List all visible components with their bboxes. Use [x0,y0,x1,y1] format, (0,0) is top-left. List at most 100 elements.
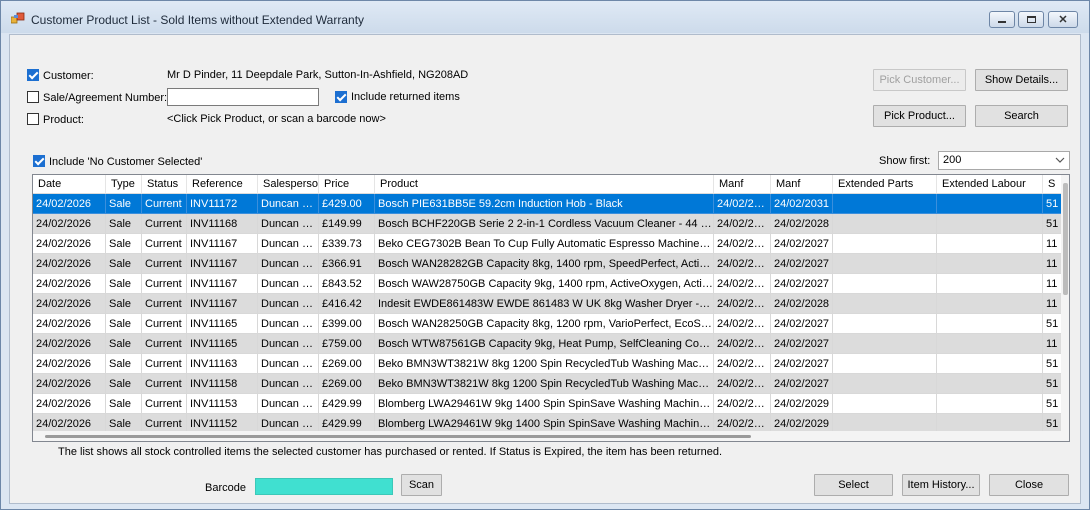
cell-s: 51 [1043,214,1063,234]
cell-extended-parts [833,214,937,234]
include-returned-label: Include returned items [351,91,460,103]
pick-product-button[interactable]: Pick Product... [873,105,966,127]
vertical-scroll-thumb[interactable] [1063,183,1068,295]
cell-extended-parts [833,254,937,274]
cell-manf-2: 24/02/2027 [771,254,833,274]
cell-extended-labour [937,374,1043,394]
sale-agreement-input[interactable] [167,88,319,106]
cell-manf-2: 24/02/2028 [771,214,833,234]
cell-product: Beko CEG7302B Bean To Cup Fully Automati… [375,234,714,254]
column-header-type[interactable]: Type [106,175,142,194]
include-returned-checkbox[interactable] [335,91,347,103]
cell-status: Current [142,214,187,234]
title-bar[interactable]: Customer Product List - Sold Items witho… [1,1,1089,33]
cell-status: Current [142,194,187,214]
column-header-status[interactable]: Status [142,175,187,194]
column-header-date[interactable]: Date [33,175,106,194]
maximize-button[interactable] [1018,11,1044,28]
cell-extended-labour [937,354,1043,374]
cell-date: 24/02/2026 [33,334,106,354]
cell-date: 24/02/2026 [33,274,106,294]
cell-status: Current [142,294,187,314]
cell-salesperson: Duncan S... [258,394,319,414]
cell-price: £429.00 [319,194,375,214]
cell-extended-labour [937,334,1043,354]
item-history-button[interactable]: Item History... [902,474,980,496]
cell-salesperson: Duncan S... [258,194,319,214]
sale-agreement-label: Sale/Agreement Number: [43,92,168,104]
cell-manf-2: 24/02/2027 [771,234,833,254]
show-first-value: 200 [943,154,962,166]
horizontal-scrollbar[interactable] [33,431,1063,441]
show-first-dropdown[interactable]: 200 [938,151,1070,170]
customer-value: Mr D Pinder, 11 Deepdale Park, Sutton-In… [167,69,469,81]
cell-reference: INV11168 [187,214,258,234]
cell-reference: INV11165 [187,314,258,334]
cell-extended-parts [833,374,937,394]
cell-price: £269.00 [319,374,375,394]
cell-extended-parts [833,274,937,294]
cell-salesperson: Duncan S... [258,214,319,234]
close-window-button[interactable]: ✕ [1048,11,1078,28]
cell-status: Current [142,254,187,274]
cell-manf-2: 24/02/2027 [771,374,833,394]
sale-agreement-checkbox[interactable] [27,91,39,103]
cell-type: Sale [106,214,142,234]
cell-reference: INV11172 [187,194,258,214]
customer-checkbox[interactable] [27,69,39,81]
cell-type: Sale [106,234,142,254]
cell-extended-parts [833,314,937,334]
cell-date: 24/02/2026 [33,234,106,254]
cell-extended-labour [937,314,1043,334]
cell-type: Sale [106,294,142,314]
product-checkbox[interactable] [27,113,39,125]
column-header-product[interactable]: Product [375,175,714,194]
window-title: Customer Product List - Sold Items witho… [31,13,365,27]
product-hint: <Click Pick Product, or scan a barcode n… [167,113,386,125]
minimize-button[interactable] [989,11,1015,28]
cell-price: £339.73 [319,234,375,254]
cell-s: 51 [1043,394,1063,414]
cell-manf-2: 24/02/2027 [771,274,833,294]
close-button[interactable]: Close [989,474,1069,496]
search-button[interactable]: Search [975,105,1068,127]
cell-reference: INV11167 [187,274,258,294]
cell-type: Sale [106,314,142,334]
column-header-salesperson[interactable]: Salesperson [258,175,319,194]
cell-price: £759.00 [319,334,375,354]
cell-type: Sale [106,334,142,354]
cell-extended-labour [937,214,1043,234]
cell-product: Beko BMN3WT3821W 8kg 1200 Spin RecycledT… [375,354,714,374]
product-grid[interactable]: Date Type Status Reference Salesperson Price P… [32,174,1070,442]
column-header-manf-1[interactable]: Manf [714,175,771,194]
column-header-manf-2[interactable]: Manf [771,175,833,194]
column-header-reference[interactable]: Reference [187,175,258,194]
cell-s: 11 [1043,334,1063,354]
column-header-extended-labour[interactable]: Extended Labour [937,175,1043,194]
cell-date: 24/02/2026 [33,294,106,314]
cell-date: 24/02/2026 [33,374,106,394]
show-details-button[interactable]: Show Details... [975,69,1068,91]
cell-salesperson: Duncan S... [258,294,319,314]
column-header-price[interactable]: Price [319,175,375,194]
cell-manf-1: 24/02/2029 [714,394,771,414]
cell-salesperson: Duncan S... [258,254,319,274]
select-button[interactable]: Select [814,474,893,496]
column-header-extended-parts[interactable]: Extended Parts [833,175,937,194]
cell-type: Sale [106,394,142,414]
horizontal-scroll-thumb[interactable] [45,435,751,438]
barcode-input[interactable] [255,478,393,495]
cell-price: £429.99 [319,394,375,414]
pick-customer-button[interactable]: Pick Customer... [873,69,966,91]
cell-salesperson: Duncan S... [258,274,319,294]
cell-reference: INV11163 [187,354,258,374]
cell-type: Sale [106,374,142,394]
cell-s: 51 [1043,314,1063,334]
cell-status: Current [142,354,187,374]
column-header-s[interactable]: S [1043,175,1063,194]
scan-button[interactable]: Scan [401,474,442,496]
include-no-customer-checkbox[interactable] [33,155,45,167]
vertical-scrollbar[interactable] [1061,175,1069,441]
cell-salesperson: Duncan S... [258,354,319,374]
cell-product: Indesit EWDE861483W EWDE 861483 W UK 8kg… [375,294,714,314]
